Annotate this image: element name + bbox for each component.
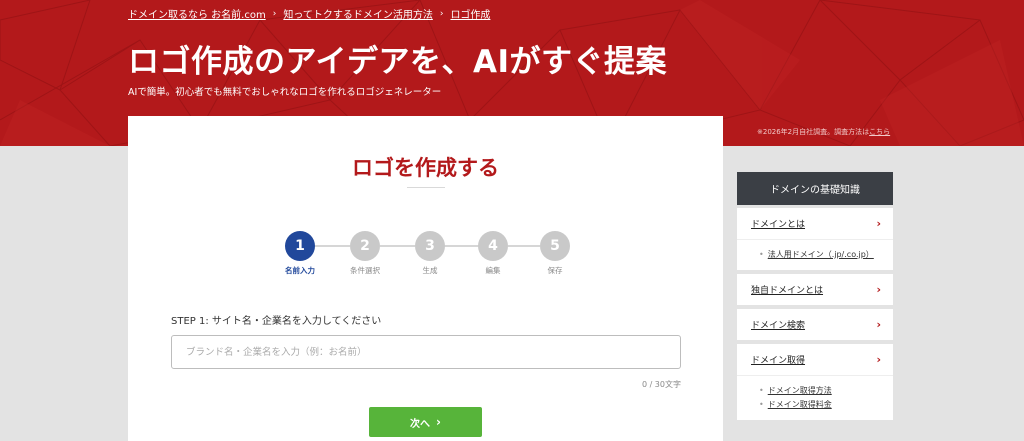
next-button-label: 次へ — [410, 418, 431, 430]
step-2-circle: 2 — [350, 231, 380, 261]
breadcrumb-chevron-icon: › — [439, 8, 444, 19]
step-1-circle: 1 — [285, 231, 315, 261]
brand-name-input[interactable] — [171, 335, 681, 369]
step-connector — [380, 245, 415, 247]
chevron-right-icon: › — [876, 353, 881, 366]
step-4-label: 編集 — [485, 266, 501, 275]
sidebar-sublist: • ドメイン取得方法 • ドメイン取得料金 — [737, 375, 893, 420]
chevron-right-icon: › — [876, 318, 881, 331]
step-1-label: 名前入力 — [285, 266, 315, 275]
breadcrumb-link-home[interactable]: ドメイン取るなら お名前.com — [128, 6, 266, 21]
chevron-right-icon: › — [876, 217, 881, 230]
bullet-icon: • — [759, 386, 764, 395]
step-2-label: 条件選択 — [350, 266, 380, 275]
breadcrumb-link-guide[interactable]: 知ってトクするドメイン活用方法 — [283, 6, 433, 21]
brand-name-label: STEP 1: サイト名・企業名を入力してください — [171, 316, 382, 327]
survey-note-text: ※2026年2月自社調査。調査方法は — [757, 128, 870, 136]
card-title: ロゴを作成する — [352, 156, 499, 180]
sidebar-item-label: 独自ドメインとは — [751, 286, 824, 296]
step-connector — [315, 245, 350, 247]
page-subtitle: AIで簡単。初心者でも無料でおしゃれなロゴを作れるロゴジェネレーター — [128, 87, 442, 98]
sidebar-item-label: ドメイン取得 — [751, 356, 806, 366]
char-counter: 0 / 30文字 — [641, 380, 681, 389]
chevron-right-icon: › — [436, 415, 441, 429]
sidebar-sublist: • 法人用ドメイン（.jp/.co.jp） — [737, 239, 893, 270]
logo-maker-card: ロゴを作成する 1 2 3 4 5 名前入力 条件選択 生成 編集 保存 STE… — [128, 116, 723, 441]
step-5-label: 保存 — [547, 266, 563, 275]
chevron-right-icon: › — [876, 283, 881, 296]
step-4-circle: 4 — [478, 231, 508, 261]
breadcrumb-chevron-icon: › — [272, 8, 277, 19]
sidebar-subitem-acquire-price[interactable]: • ドメイン取得料金 — [759, 398, 879, 412]
survey-note: ※2026年2月自社調査。調査方法はこちら — [757, 127, 890, 137]
sidebar-heading: ドメインの基礎知識 — [737, 172, 893, 205]
step-3-circle: 3 — [415, 231, 445, 261]
sidebar-item-label: ドメイン検索 — [751, 321, 806, 331]
step-5-circle: 5 — [540, 231, 570, 261]
bullet-icon: • — [759, 400, 764, 409]
sidebar-item-what-is-domain[interactable]: ドメインとは › — [737, 208, 893, 239]
title-divider — [407, 187, 445, 188]
sidebar-item-domain-acquire[interactable]: ドメイン取得 › — [737, 344, 893, 375]
breadcrumb-link-logo[interactable]: ロゴ作成 — [450, 6, 490, 21]
breadcrumb: ドメイン取るなら お名前.com › 知ってトクするドメイン活用方法 › ロゴ作… — [128, 6, 490, 22]
step-3-label: 生成 — [422, 266, 438, 275]
survey-method-link[interactable]: こちら — [869, 128, 890, 136]
page-title: ロゴ作成のアイデアを、AIがすぐ提案 — [128, 44, 667, 80]
step-connector — [508, 245, 540, 247]
sidebar-item-label: ドメインとは — [751, 220, 806, 230]
bullet-icon: • — [759, 250, 764, 259]
next-button[interactable]: 次へ › — [369, 407, 482, 437]
sidebar: ドメインの基礎知識 ドメインとは › • 法人用ドメイン（.jp/.co.jp） … — [737, 172, 893, 420]
sidebar-subitem-acquire-method[interactable]: • ドメイン取得方法 — [759, 384, 879, 398]
sidebar-item-domain-search[interactable]: ドメイン検索 › — [737, 309, 893, 340]
sidebar-subitem-corporate-domain[interactable]: • 法人用ドメイン（.jp/.co.jp） — [759, 248, 879, 262]
sidebar-item-own-domain[interactable]: 独自ドメインとは › — [737, 274, 893, 305]
step-connector — [444, 245, 479, 247]
